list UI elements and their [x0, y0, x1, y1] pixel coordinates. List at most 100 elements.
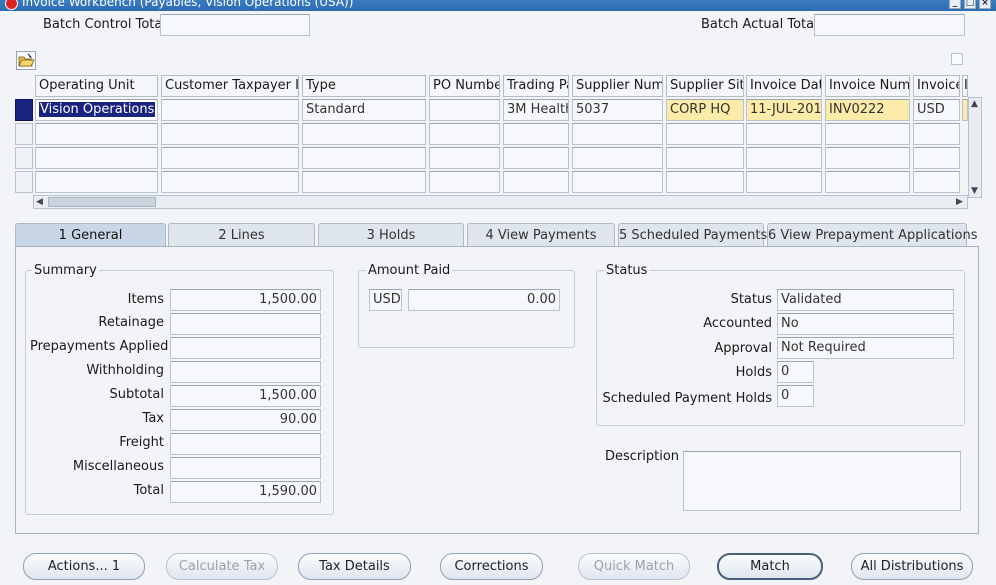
holds-field[interactable]: 0 — [777, 361, 814, 383]
invoice-date-cell[interactable]: 11-JUL-2017 — [746, 99, 822, 121]
column-supplier-num[interactable]: Supplier Num — [572, 75, 663, 97]
scroll-right-icon[interactable]: ▶ — [956, 197, 963, 207]
record-checkbox[interactable] — [951, 53, 963, 65]
invoice-num-cell[interactable]: INV0222 — [825, 99, 910, 121]
tax-details-button[interactable]: Tax Details — [298, 553, 411, 580]
close-icon[interactable]: × — [979, 0, 991, 9]
quick-match-button[interactable]: Quick Match — [578, 553, 690, 580]
batch-actual-total-field[interactable] — [814, 14, 965, 36]
scroll-down-icon[interactable]: ▼ — [971, 186, 978, 196]
po-number-cell[interactable] — [429, 99, 500, 121]
window-title-bar[interactable]: Invoice Workbench (Payables, Vision Oper… — [0, 0, 996, 11]
miscellaneous-field[interactable] — [170, 457, 321, 479]
column-invoice-currency[interactable]: Invoice — [913, 75, 960, 97]
column-invoice-date[interactable]: Invoice Date — [746, 75, 822, 97]
tab-scheduled-payments[interactable]: 5 Scheduled Payments — [618, 223, 767, 247]
grid-cell[interactable] — [161, 171, 299, 193]
status-field[interactable]: Validated — [777, 289, 954, 311]
column-more[interactable]: I — [962, 75, 968, 97]
column-operating-unit[interactable]: Operating Unit — [35, 75, 158, 97]
tab-view-prepayment-applications[interactable]: 6 View Prepayment Applications — [767, 223, 978, 247]
grid-cell[interactable] — [429, 171, 500, 193]
horizontal-scrollbar[interactable]: ◀ ▶ — [33, 195, 968, 209]
freight-field[interactable] — [170, 433, 321, 455]
grid-cell[interactable] — [746, 123, 822, 145]
grid-cell[interactable] — [302, 123, 426, 145]
grid-cell[interactable] — [746, 171, 822, 193]
retainage-field[interactable] — [170, 313, 321, 335]
minimize-icon[interactable]: _ — [949, 0, 961, 9]
grid-cell[interactable] — [572, 123, 663, 145]
prepayments-applied-field[interactable] — [170, 337, 321, 359]
subtotal-field[interactable]: 1,500.00 — [170, 385, 321, 407]
approval-field[interactable]: Not Required — [777, 337, 954, 359]
maximize-icon[interactable]: □ — [964, 0, 976, 9]
grid-cell[interactable] — [666, 123, 744, 145]
grid-cell[interactable] — [503, 123, 569, 145]
grid-cell[interactable] — [572, 147, 663, 169]
grid-cell[interactable] — [302, 171, 426, 193]
column-customer-taxpayer-id[interactable]: Customer Taxpayer ID — [161, 75, 299, 97]
grid-cell[interactable] — [825, 171, 910, 193]
row-selector-active[interactable] — [15, 99, 33, 121]
supplier-num-cell[interactable]: 5037 — [572, 99, 663, 121]
grid-cell[interactable] — [503, 171, 569, 193]
folder-open-icon[interactable] — [16, 51, 36, 70]
match-button[interactable]: Match — [717, 553, 823, 580]
grid-cell[interactable] — [161, 123, 299, 145]
actions-button[interactable]: Actions... 1 — [23, 553, 145, 580]
calculate-tax-button[interactable]: Calculate Tax — [166, 553, 278, 580]
grid-cell[interactable] — [666, 147, 744, 169]
withholding-field[interactable] — [170, 361, 321, 383]
vertical-scrollbar[interactable]: ▲ ▼ — [968, 97, 982, 198]
grid-cell[interactable] — [302, 147, 426, 169]
column-trading-partner[interactable]: Trading Pa — [503, 75, 569, 97]
amount-paid-currency-field[interactable]: USD — [369, 289, 402, 311]
tab-holds[interactable]: 3 Holds — [318, 223, 464, 247]
grid-cell[interactable] — [35, 147, 158, 169]
scheduled-payment-holds-field[interactable]: 0 — [777, 385, 814, 407]
grid-cell[interactable] — [35, 123, 158, 145]
grid-cell[interactable] — [503, 147, 569, 169]
grid-cell[interactable] — [913, 171, 960, 193]
items-field[interactable]: 1,500.00 — [170, 289, 321, 311]
batch-control-total-field[interactable] — [160, 14, 310, 36]
grid-cell[interactable] — [161, 147, 299, 169]
grid-cell[interactable] — [666, 171, 744, 193]
grid-cell[interactable] — [429, 123, 500, 145]
column-supplier-site[interactable]: Supplier Site — [666, 75, 744, 97]
invoice-currency-cell[interactable]: USD — [913, 99, 960, 121]
grid-cell[interactable] — [572, 171, 663, 193]
trading-partner-cell[interactable]: 3M Health — [503, 99, 569, 121]
all-distributions-button[interactable]: All Distributions — [851, 553, 973, 580]
horizontal-scroll-thumb[interactable] — [48, 197, 156, 207]
tab-view-payments[interactable]: 4 View Payments — [467, 223, 615, 247]
scroll-up-icon[interactable]: ▲ — [971, 99, 978, 109]
corrections-button[interactable]: Corrections — [440, 553, 543, 580]
grid-cell[interactable] — [825, 123, 910, 145]
type-cell[interactable]: Standard — [302, 99, 426, 121]
description-field[interactable] — [683, 451, 961, 511]
operating-unit-cell[interactable]: Vision Operations — [35, 99, 158, 121]
grid-cell[interactable] — [429, 147, 500, 169]
column-invoice-num[interactable]: Invoice Num — [825, 75, 910, 97]
grid-cell[interactable] — [825, 147, 910, 169]
grid-cell[interactable] — [913, 123, 960, 145]
total-field[interactable]: 1,590.00 — [170, 481, 321, 503]
customer-taxpayer-id-cell[interactable] — [161, 99, 299, 121]
tab-lines[interactable]: 2 Lines — [168, 223, 315, 247]
tax-field[interactable]: 90.00 — [170, 409, 321, 431]
scroll-left-icon[interactable]: ◀ — [36, 197, 43, 207]
supplier-site-cell[interactable]: CORP HQ — [666, 99, 744, 121]
row-selector[interactable] — [15, 171, 33, 193]
column-type[interactable]: Type — [302, 75, 426, 97]
row-selector[interactable] — [15, 147, 33, 169]
grid-cell[interactable] — [746, 147, 822, 169]
amount-paid-field[interactable]: 0.00 — [408, 289, 560, 311]
grid-cell[interactable] — [913, 147, 960, 169]
row-selector[interactable] — [15, 123, 33, 145]
tab-general[interactable]: 1 General — [15, 223, 166, 247]
column-po-number[interactable]: PO Number — [429, 75, 500, 97]
accounted-field[interactable]: No — [777, 313, 954, 335]
grid-cell[interactable] — [35, 171, 158, 193]
